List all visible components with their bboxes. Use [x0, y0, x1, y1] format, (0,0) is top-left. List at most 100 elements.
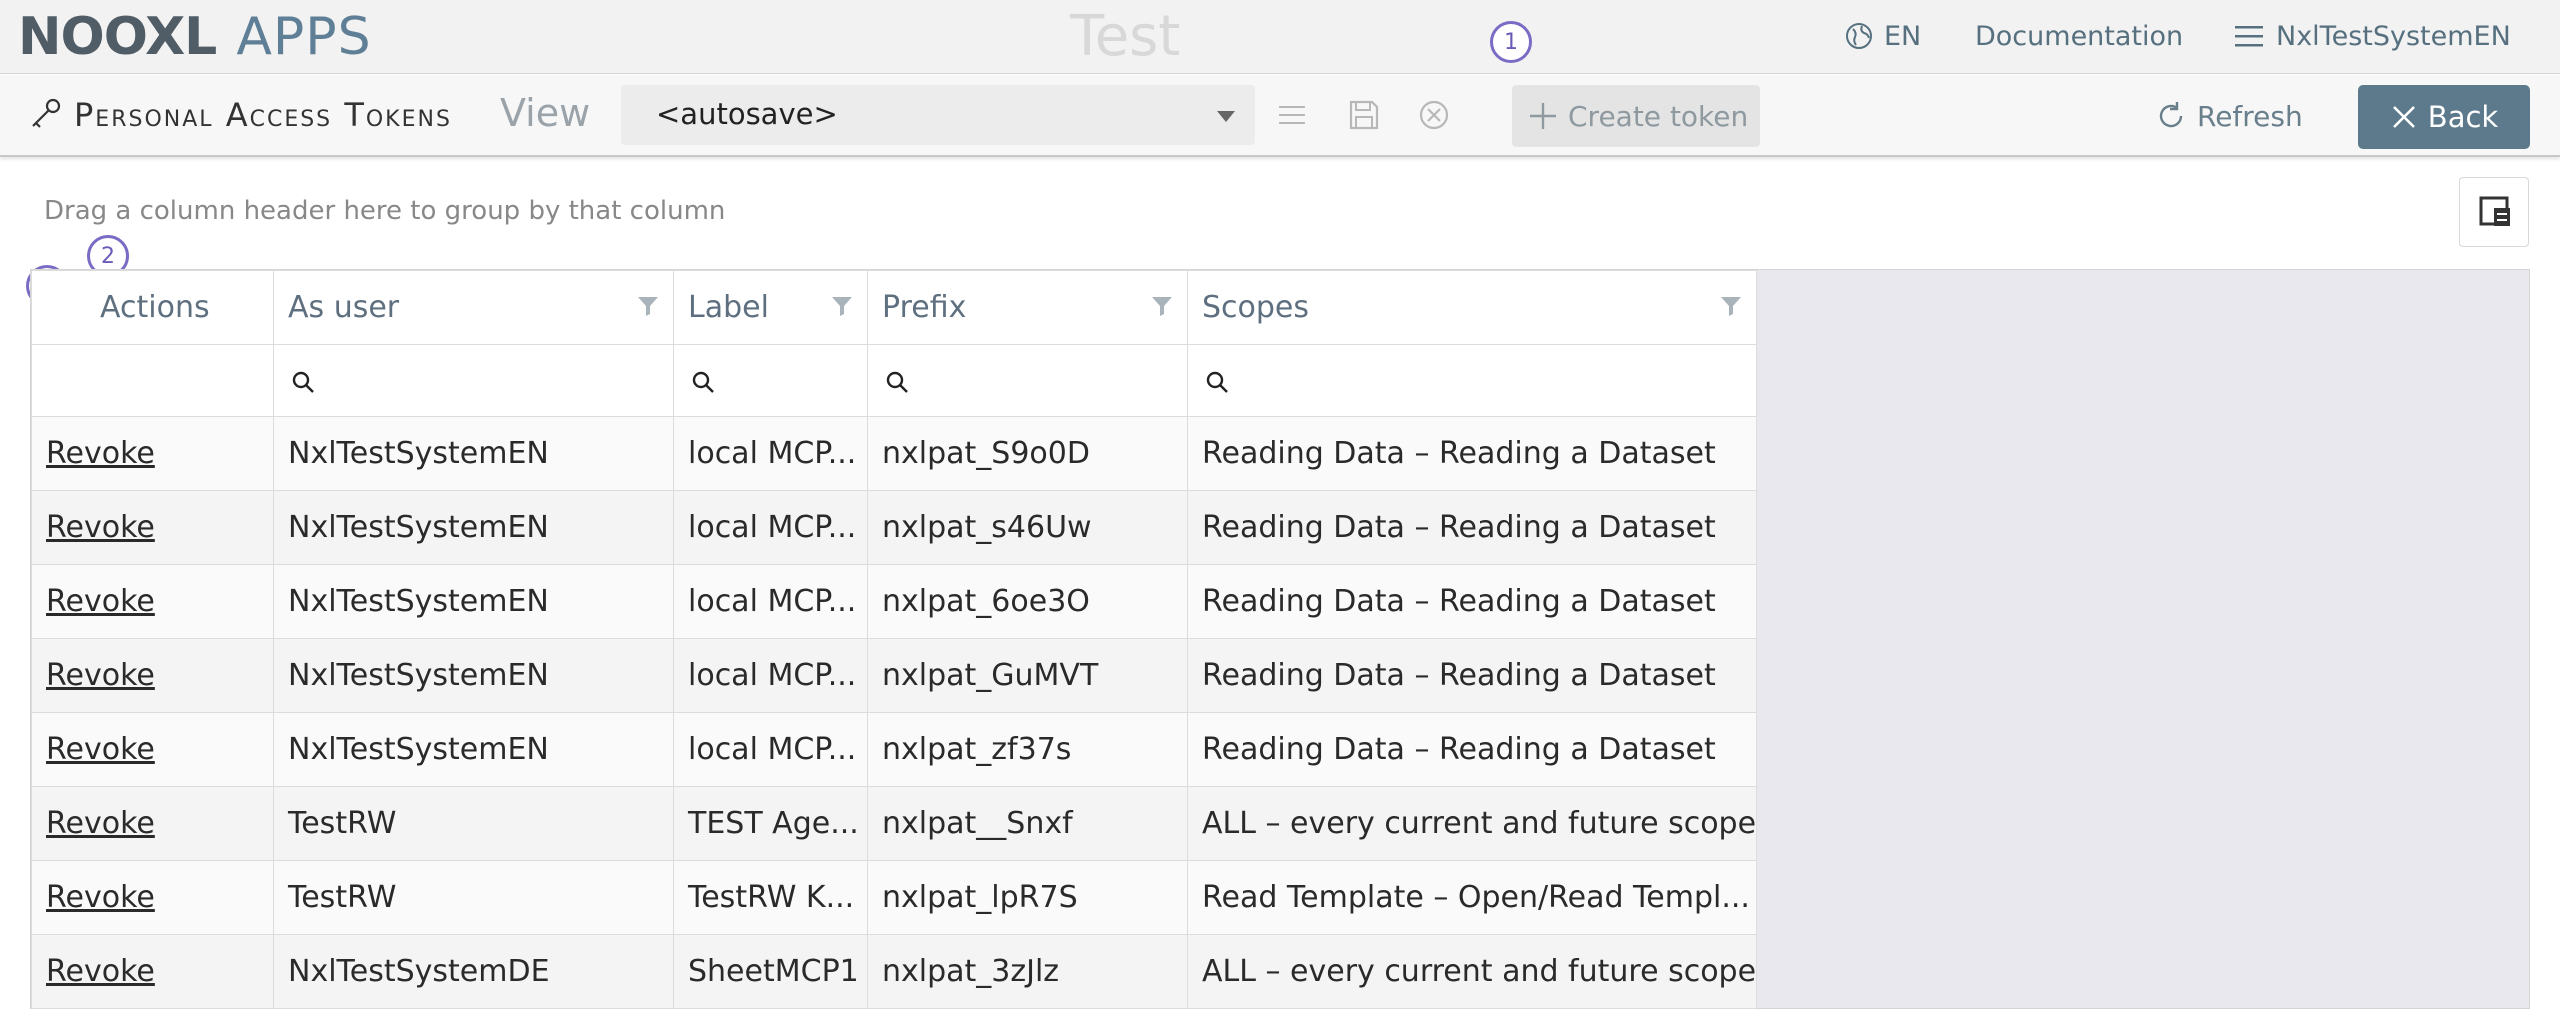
cell-label: local MCP... — [673, 712, 868, 787]
column-header-prefix[interactable]: Prefix — [867, 270, 1188, 345]
cell-prefix: nxlpat_GuMVT — [867, 638, 1188, 713]
column-header-label: As user — [288, 290, 400, 325]
cell-as-user: NxlTestSystemEN — [273, 638, 674, 713]
cell-as-user: NxlTestSystemEN — [273, 712, 674, 787]
back-label: Back — [2427, 100, 2499, 134]
cell-as-user: NxlTestSystemEN — [273, 416, 674, 491]
cell-scopes: ALL – every current and future scope — [1186, 934, 1758, 1009]
revoke-link[interactable]: Revoke — [31, 934, 274, 1009]
filter-cell-as-user[interactable] — [273, 344, 674, 417]
save-icon[interactable] — [1346, 97, 1382, 133]
cell-label: local MCP... — [673, 490, 868, 565]
table-row[interactable]: Revoke NxlTestSystemEN local MCP... nxlp… — [31, 712, 1758, 787]
group-panel-hint[interactable]: Drag a column header here to group by th… — [44, 196, 725, 226]
cell-prefix: nxlpat_3zJlz — [867, 934, 1188, 1009]
revoke-link[interactable]: Revoke — [31, 860, 274, 935]
cell-scopes: ALL – every current and future scope — [1186, 786, 1758, 861]
key-icon — [32, 98, 61, 128]
language-label: EN — [1884, 20, 1922, 52]
search-icon — [292, 371, 314, 393]
table-row[interactable]: Revoke TestRW TEST Age... nxlpat__Snxf A… — [31, 786, 1758, 861]
search-icon — [886, 371, 908, 393]
cell-scopes: Read Template – Open/Read Templ... — [1186, 860, 1758, 935]
view-select[interactable]: <autosave> — [621, 85, 1255, 145]
globe-icon — [1846, 23, 1872, 49]
cell-scopes: Reading Data – Reading a Dataset — [1186, 564, 1758, 639]
filter-icon[interactable] — [831, 295, 853, 317]
create-token-label: Create token — [1568, 99, 1749, 133]
refresh-button[interactable]: Refresh — [2155, 85, 2305, 147]
user-menu[interactable]: NxlTestSystemEN — [2234, 0, 2511, 72]
create-token-button[interactable]: Create token — [1512, 85, 1760, 147]
cell-as-user: NxlTestSystemEN — [273, 564, 674, 639]
cell-scopes: Reading Data – Reading a Dataset — [1186, 416, 1758, 491]
revoke-link[interactable]: Revoke — [31, 712, 274, 787]
table-row[interactable]: Revoke NxlTestSystemEN local MCP... nxlp… — [31, 416, 1758, 491]
table-row[interactable]: Revoke NxlTestSystemEN local MCP... nxlp… — [31, 638, 1758, 713]
column-header-label: Scopes — [1202, 290, 1310, 325]
column-header-label: Label — [688, 290, 769, 325]
cell-label: local MCP... — [673, 564, 868, 639]
back-button[interactable]: Back — [2358, 85, 2530, 149]
cell-as-user: TestRW — [273, 860, 674, 935]
cell-prefix: nxlpat__Snxf — [867, 786, 1188, 861]
search-icon — [692, 371, 714, 393]
step-badge-1: 1 — [1490, 21, 1532, 63]
view-label: View — [500, 91, 591, 135]
filter-icon[interactable] — [1720, 295, 1742, 317]
filter-cell-label[interactable] — [673, 344, 868, 417]
filter-cell-prefix[interactable] — [867, 344, 1188, 417]
table-row[interactable]: Revoke NxlTestSystemEN local MCP... nxlp… — [31, 490, 1758, 565]
column-header-actions[interactable]: Actions — [31, 270, 274, 345]
cell-prefix: nxlpat_S9o0D — [867, 416, 1188, 491]
revoke-link[interactable]: Revoke — [31, 564, 274, 639]
revoke-link[interactable]: Revoke — [31, 490, 274, 565]
cell-prefix: nxlpat_s46Uw — [867, 490, 1188, 565]
filter-cell-actions — [31, 344, 274, 417]
column-header-as-user[interactable]: As user — [273, 270, 674, 345]
table-row[interactable]: Revoke NxlTestSystemEN local MCP... nxlp… — [31, 564, 1758, 639]
environment-title: Test — [1070, 4, 1181, 69]
page-title-label: Personal Access Tokens — [74, 96, 452, 134]
column-header-scopes[interactable]: Scopes — [1186, 270, 1758, 345]
list-icon[interactable] — [1274, 97, 1310, 133]
filter-icon[interactable] — [637, 295, 659, 317]
cell-scopes: Reading Data – Reading a Dataset — [1186, 712, 1758, 787]
column-chooser-button[interactable] — [2459, 177, 2529, 247]
cell-prefix: nxlpat_6oe3O — [867, 564, 1188, 639]
top-bar: NOOXL APPS Test 1 EN Documentation NxlTe… — [0, 0, 2560, 74]
logo-text: NOOXL — [18, 7, 217, 67]
search-icon — [1206, 371, 1228, 393]
refresh-icon — [2159, 102, 2183, 128]
language-selector[interactable]: EN — [1844, 0, 1921, 72]
column-header-label: Prefix — [882, 290, 967, 325]
tokens-grid: Actions As user Label Prefix Scopes Revo… — [30, 269, 2530, 1009]
table-row[interactable]: Revoke TestRW TestRW K... nxlpat_lpR7S R… — [31, 860, 1758, 935]
logo-sub: APPS — [236, 7, 372, 67]
cell-as-user: NxlTestSystemEN — [273, 490, 674, 565]
refresh-label: Refresh — [2197, 99, 2303, 133]
cell-label: SheetMCP1 — [673, 934, 868, 1009]
documentation-link[interactable]: Documentation — [1975, 0, 2183, 72]
filter-icon[interactable] — [1151, 295, 1173, 317]
app-logo[interactable]: NOOXL APPS — [18, 7, 372, 67]
cell-scopes: Reading Data – Reading a Dataset — [1186, 490, 1758, 565]
cell-prefix: nxlpat_lpR7S — [867, 860, 1188, 935]
filter-cell-scopes[interactable] — [1186, 344, 1758, 417]
cell-label: TestRW K... — [673, 860, 868, 935]
cell-scopes: Reading Data – Reading a Dataset — [1186, 638, 1758, 713]
table-row[interactable]: Revoke NxlTestSystemDE SheetMCP1 nxlpat_… — [31, 934, 1758, 1009]
cell-label: local MCP... — [673, 638, 868, 713]
toolbar: Personal Access Tokens View <autosave> C… — [0, 75, 2560, 157]
cell-as-user: TestRW — [273, 786, 674, 861]
filter-row — [31, 344, 1758, 417]
revoke-link[interactable]: Revoke — [31, 786, 274, 861]
view-select-value: <autosave> — [656, 97, 838, 131]
column-header-label-col[interactable]: Label — [673, 270, 868, 345]
cell-prefix: nxlpat_zf37s — [867, 712, 1188, 787]
cell-label: local MCP... — [673, 416, 868, 491]
cancel-circle-icon[interactable] — [1416, 97, 1452, 133]
revoke-link[interactable]: Revoke — [31, 416, 274, 491]
close-icon — [2392, 106, 2415, 128]
revoke-link[interactable]: Revoke — [31, 638, 274, 713]
